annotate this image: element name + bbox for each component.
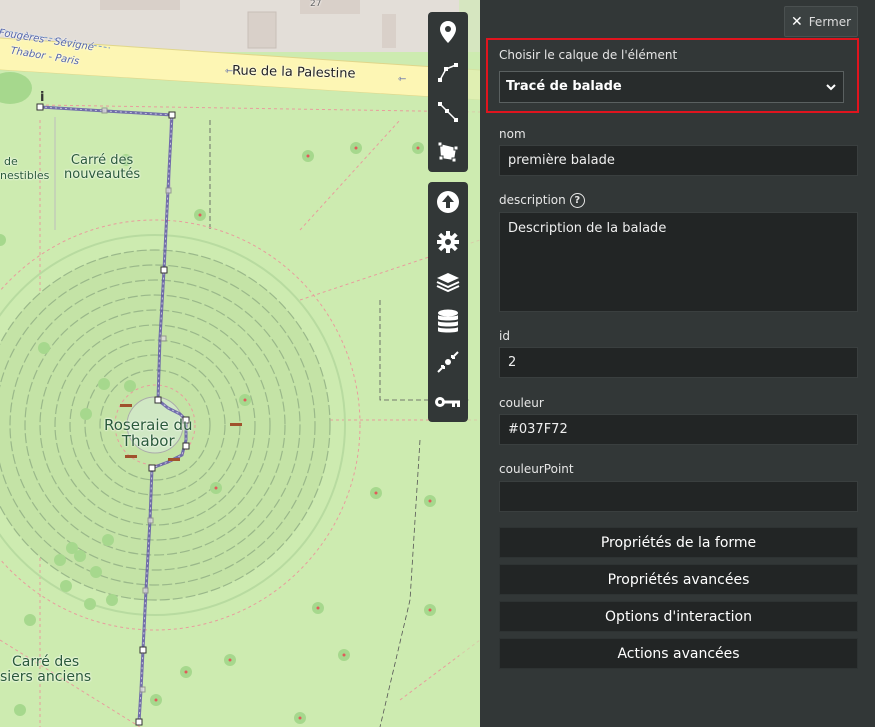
place-label-roseraie: Roseraie du Thabor (104, 416, 193, 450)
street-label: Rue de la Palestine (231, 63, 356, 82)
place-label-carre-nouveautes: Carré des nouveautés (64, 153, 141, 182)
svg-text:⇽: ⇽ (398, 74, 406, 85)
draw-line-button[interactable] (428, 52, 468, 92)
nom-input[interactable]: première balade (499, 145, 858, 176)
map-tiles: i ⇽ ⇽ (0, 0, 480, 727)
place-label-edge-1: de (4, 155, 18, 168)
draw-multiline-button[interactable] (428, 92, 468, 132)
permissions-button[interactable] (428, 382, 468, 422)
settings-icon (437, 231, 459, 253)
help-icon[interactable]: ? (569, 193, 585, 208)
svg-text:i: i (40, 90, 44, 105)
couleurpoint-label: couleurPoint (499, 462, 574, 476)
data-button[interactable] (428, 302, 468, 342)
database-icon (438, 309, 458, 333)
description-label: description? (499, 193, 585, 208)
place-label-edge-2: nestibles (0, 169, 50, 182)
couleur-input[interactable]: #037F72 (499, 414, 858, 445)
layer-chooser-label: Choisir le calque de l'élément (499, 48, 678, 62)
place-label-carre-poiriers: Carré des siers anciens (0, 654, 92, 685)
id-label: id (499, 329, 510, 343)
center-button[interactable] (428, 342, 468, 382)
close-icon: ✕ (790, 13, 803, 30)
close-label: Fermer (808, 14, 852, 29)
couleur-label: couleur (499, 396, 544, 410)
description-textarea[interactable]: Description de la balade (499, 212, 858, 312)
polygon-icon (437, 141, 459, 163)
multiline-icon (438, 102, 458, 122)
advanced-properties-button[interactable]: Propriétés avancées (499, 564, 858, 595)
layers-button[interactable] (428, 262, 468, 302)
nom-label: nom (499, 127, 526, 141)
map-view[interactable]: i ⇽ ⇽ 27 Rue de la Palestine Fougères - … (0, 0, 480, 727)
centroid-icon (437, 351, 459, 373)
layers-icon (436, 273, 460, 293)
key-icon (435, 397, 460, 407)
upload-icon (437, 191, 459, 213)
building-number-label: 27 (310, 0, 322, 9)
settings-button[interactable] (428, 222, 468, 262)
advanced-actions-button[interactable]: Actions avancées (499, 638, 858, 669)
layer-select[interactable]: Tracé de balade (499, 71, 844, 103)
couleurpoint-input[interactable] (499, 481, 858, 512)
upload-button[interactable] (428, 182, 468, 222)
layer-select-value: Tracé de balade (506, 79, 622, 94)
close-button[interactable]: ✕ Fermer (784, 6, 858, 37)
polyline-icon (438, 63, 458, 82)
chevron-down-icon (826, 84, 836, 91)
settings-toolbar (428, 182, 468, 422)
id-input[interactable]: 2 (499, 347, 858, 378)
description-label-text: description (499, 193, 566, 207)
interaction-options-button[interactable]: Options d'interaction (499, 601, 858, 632)
marker-icon (440, 21, 456, 43)
shape-properties-button[interactable]: Propriétés de la forme (499, 527, 858, 558)
draw-toolbar (428, 12, 468, 172)
draw-marker-button[interactable] (428, 12, 468, 52)
draw-polygon-button[interactable] (428, 132, 468, 172)
